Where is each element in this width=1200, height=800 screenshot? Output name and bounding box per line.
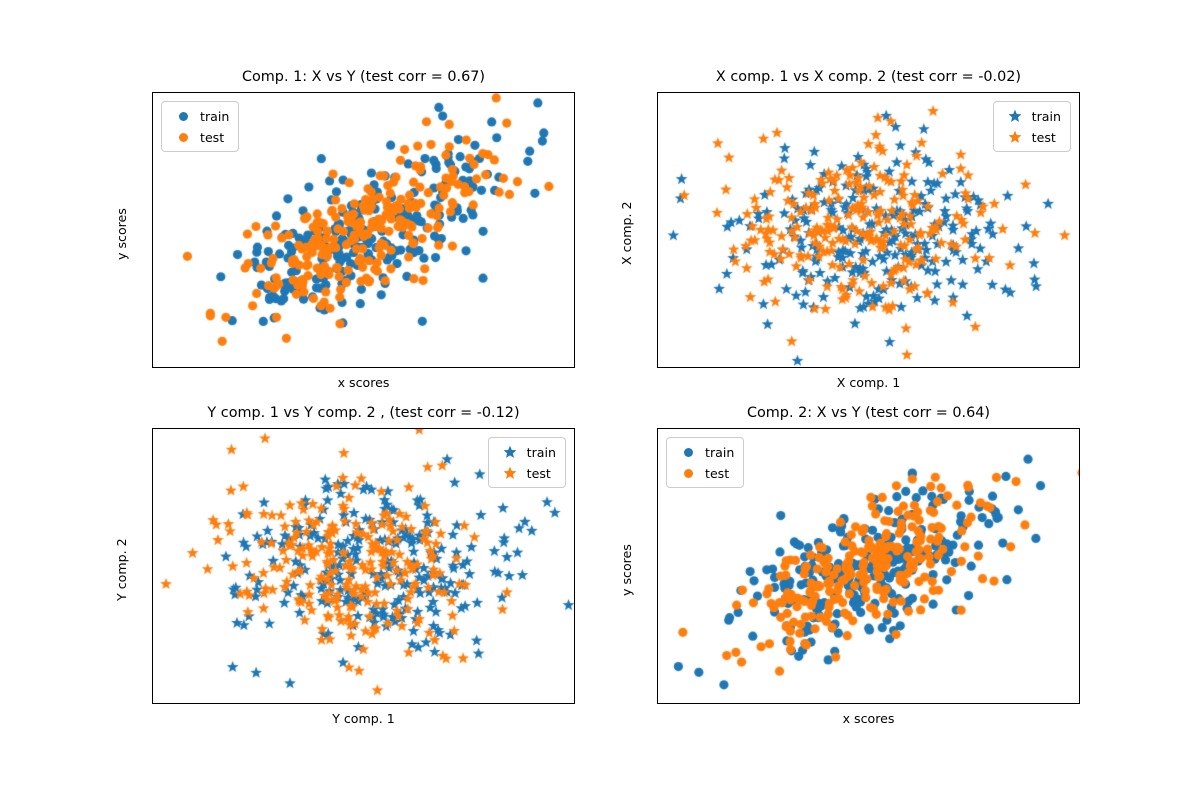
y-axis-label: Y comp. 2 [114, 538, 129, 601]
subplot-comp1-x-vs-y: Comp. 1: X vs Y (test corr = 0.67) train… [114, 69, 575, 395]
test-star-icon [1001, 130, 1029, 144]
legend-entry-test[interactable]: test [1001, 129, 1061, 145]
legend-label-test: test [705, 465, 730, 481]
train-star-icon [496, 445, 524, 459]
legend[interactable]: train test [666, 437, 745, 488]
subplot-title: X comp. 1 vs X comp. 2 (test corr = -0.0… [715, 69, 1022, 85]
test-circle-icon [169, 132, 197, 142]
subplot-x-comp1-vs-x-comp2: X comp. 1 vs X comp. 2 (test corr = -0.0… [619, 69, 1080, 395]
train-circle-icon [674, 447, 702, 457]
train-circle-icon [169, 111, 197, 121]
legend-entry-train[interactable]: train [496, 444, 556, 460]
legend[interactable]: train test [161, 101, 240, 152]
subplot-title: Comp. 2: X vs Y (test corr = 0.64) [746, 405, 991, 421]
legend-entry-test[interactable]: test [169, 129, 229, 145]
x-axis-label: X comp. 1 [836, 375, 901, 390]
legend-label-train: train [526, 444, 556, 460]
legend-entry-train[interactable]: train [674, 444, 734, 460]
legend-entry-train[interactable]: train [1001, 108, 1061, 124]
legend-label-test: test [200, 129, 225, 145]
y-axis-label: y scores [114, 208, 129, 260]
legend-label-train: train [200, 108, 230, 124]
y-axis-label: X comp. 2 [619, 201, 634, 265]
legend-label-train: train [1031, 108, 1061, 124]
test-star-icon [496, 466, 524, 480]
test-circle-icon [674, 468, 702, 478]
x-axis-label: x scores [842, 711, 895, 726]
train-star-icon [1001, 109, 1029, 123]
legend-label-test: test [1031, 129, 1056, 145]
subplot-comp2-x-vs-y: Comp. 2: X vs Y (test corr = 0.64) train… [619, 405, 1080, 731]
legend-entry-test[interactable]: test [674, 465, 734, 481]
legend-entry-train[interactable]: train [169, 108, 229, 124]
x-axis-label: x scores [337, 375, 390, 390]
legend-label-test: test [526, 465, 551, 481]
subplot-title: Y comp. 1 vs Y comp. 2 , (test corr = -0… [207, 405, 520, 421]
matplotlib-figure: Comp. 1: X vs Y (test corr = 0.67) train… [0, 0, 1200, 800]
y-axis-label: y scores [619, 544, 634, 596]
legend-entry-test[interactable]: test [496, 465, 556, 481]
subplot-y-comp1-vs-y-comp2: Y comp. 1 vs Y comp. 2 , (test corr = -0… [114, 405, 575, 731]
legend-label-train: train [705, 444, 735, 460]
legend[interactable]: train test [992, 101, 1071, 152]
x-axis-label: Y comp. 1 [332, 711, 395, 726]
subplot-title: Comp. 1: X vs Y (test corr = 0.67) [241, 69, 486, 85]
legend[interactable]: train test [487, 437, 566, 488]
